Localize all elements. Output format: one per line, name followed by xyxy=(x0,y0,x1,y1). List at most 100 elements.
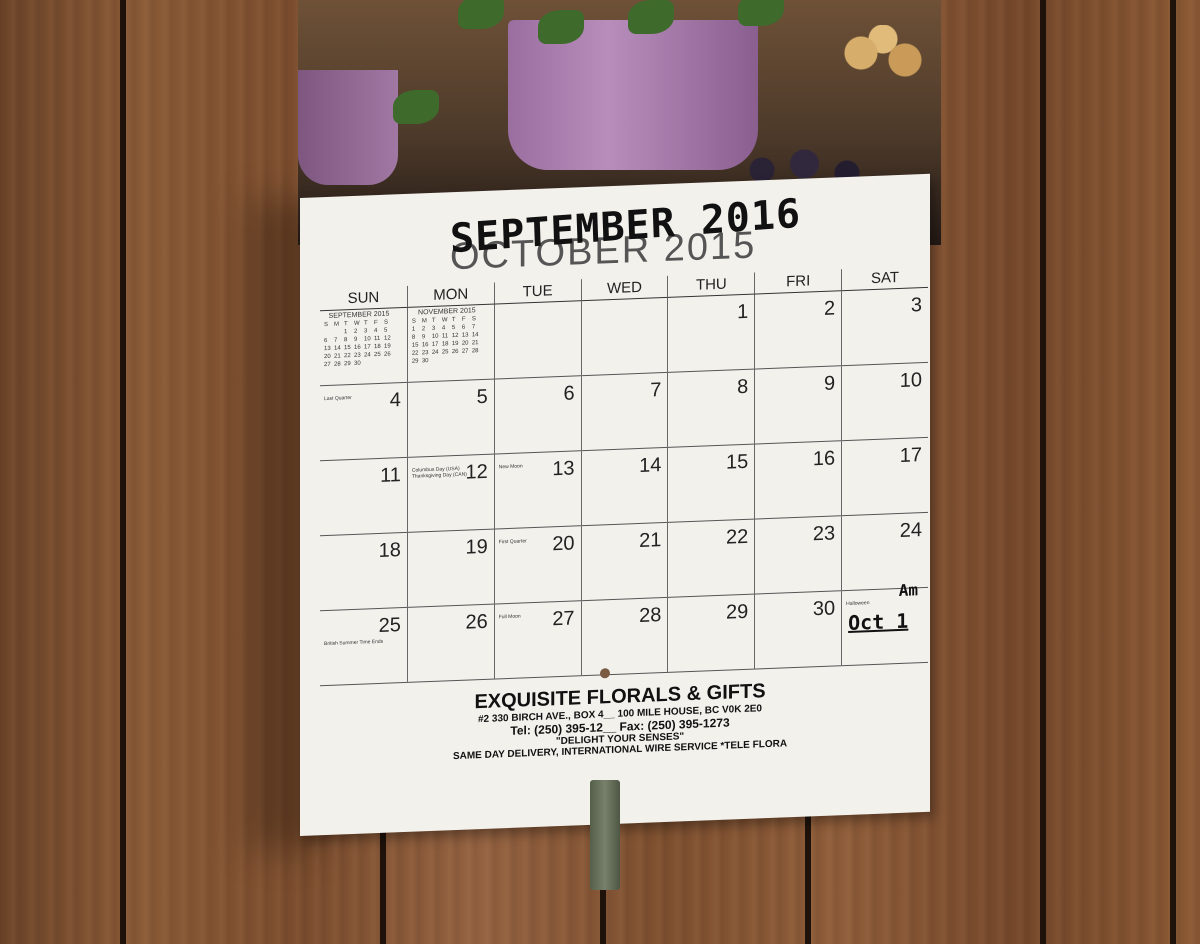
sponsor-footer: EXQUISITE FLORALS & GIFTS #2 330 BIRCH A… xyxy=(420,678,820,763)
ivy-leaf xyxy=(628,0,674,34)
weekday-label: MON xyxy=(406,282,494,307)
day-cell: Halloween Am Oct 1 xyxy=(841,580,928,666)
day-cell: British Summer Time Ends 25 xyxy=(320,608,407,685)
day-cell: Last Quarter 4 xyxy=(320,383,407,460)
mini-calendar-day: 25 xyxy=(374,351,381,359)
day-cell: 23 xyxy=(754,516,842,594)
day-number: 18 xyxy=(378,539,401,562)
mini-calendar-grid: S M T W T F S 1 2 3 4 5 6 7 8 9 10 11 12 13 14 15 16 17 18 19 20 21… xyxy=(324,318,394,369)
mini-calendar-day: 29 xyxy=(411,358,419,365)
day-number: 4 xyxy=(389,389,401,412)
day-number: 26 xyxy=(465,610,488,634)
day-cell: 2 xyxy=(754,291,842,369)
day-cell: 19 xyxy=(406,529,494,607)
mini-calendar-day: 29 xyxy=(344,361,351,368)
day-cell: 17 xyxy=(841,437,928,516)
day-cell: SEPTEMBER 2015 S M T W T F S 1 2 3 4 5 6 7 8 9 10 11 12 13 1… xyxy=(320,308,407,385)
day-number: 14 xyxy=(639,454,662,477)
mini-calendar-day: 24 xyxy=(364,352,371,359)
panel-groove xyxy=(1040,0,1046,944)
day-number: 17 xyxy=(899,444,922,467)
day-number: 3 xyxy=(910,294,922,317)
moon-note: First Quarter xyxy=(498,538,527,546)
day-cell: NOVEMBER 2015 S M T W T F S 1 2 3 4 5 6 7 8 9 10 11 12 13 14… xyxy=(406,304,494,382)
day-cell: 5 xyxy=(406,379,494,457)
mini-calendar-day: 26 xyxy=(451,348,459,356)
purple-pot xyxy=(298,70,398,185)
day-number: 21 xyxy=(639,529,662,552)
mini-calendar-day: 30 xyxy=(354,360,361,367)
day-cell: 3 xyxy=(841,287,928,366)
holiday-note: British Summer Time Ends xyxy=(324,638,384,648)
day-number: 2 xyxy=(824,297,836,320)
day-number: 6 xyxy=(563,382,575,405)
mini-calendar-day: 25 xyxy=(441,349,449,356)
calendar-page: OCTOBER 2015 SEPTEMBER 2016 SUN MON TUE … xyxy=(300,173,930,836)
weekday-label: WED xyxy=(580,275,668,301)
weekday-label: THU xyxy=(667,272,755,297)
day-number: 16 xyxy=(812,447,836,471)
mini-calendar-grid: S M T W T F S 1 2 3 4 5 6 7 8 9 10 11 12 13 14 15 16 17 18 19 20 21… xyxy=(412,315,482,366)
ivy-leaf xyxy=(393,90,439,124)
day-number: 9 xyxy=(824,372,836,395)
moon-note: Last Quarter xyxy=(324,395,352,403)
panel-groove xyxy=(1170,0,1176,944)
day-cell: 28 xyxy=(580,597,668,676)
day-cell: 18 xyxy=(320,533,407,610)
holiday-note: Columbus Day (USA) Thanksgiving Day (CAN… xyxy=(411,465,467,480)
day-number: 11 xyxy=(380,464,401,487)
weekday-label: FRI xyxy=(754,269,842,294)
day-cell: 9 xyxy=(754,366,842,444)
day-cell: 15 xyxy=(667,444,755,522)
day-cell: 11 xyxy=(320,458,407,535)
day-number: 1 xyxy=(737,300,749,324)
mini-calendar-day: 24 xyxy=(431,349,439,356)
ivy-leaf xyxy=(738,0,784,26)
holiday-note: Halloween xyxy=(846,600,870,608)
day-cell: 8 xyxy=(667,369,755,447)
calendar-grid: SUN MON TUE WED THU FRI SAT SEPTEMBER 20… xyxy=(320,265,928,687)
day-cell: Columbus Day (USA) Thanksgiving Day (CAN… xyxy=(406,454,494,532)
day-cell xyxy=(580,297,668,376)
day-cell: 6 xyxy=(493,376,581,454)
weekday-label: SUN xyxy=(347,288,380,308)
mini-calendar-next: NOVEMBER 2015 S M T W T F S 1 2 3 4 5 6 7 8 9 10 11 12 13 14… xyxy=(412,307,482,366)
day-cell: 7 xyxy=(580,372,668,451)
mini-calendar-previous: SEPTEMBER 2015 S M T W T F S 1 2 3 4 5 6 7 8 9 10 11 12 13 1… xyxy=(324,310,394,369)
day-cell: 10 xyxy=(841,362,928,441)
day-number: 5 xyxy=(476,385,488,409)
mini-calendar-day: 26 xyxy=(384,351,391,358)
day-number: 19 xyxy=(465,535,488,559)
day-number: 28 xyxy=(639,604,662,627)
day-cell xyxy=(493,301,581,379)
day-number: 10 xyxy=(899,369,922,392)
day-cell: 21 xyxy=(580,522,668,601)
day-cell: 26 xyxy=(406,604,494,682)
hanging-hole xyxy=(600,668,610,679)
day-number: 24 xyxy=(899,519,922,542)
mini-calendar-day: 28 xyxy=(334,361,341,368)
day-number: 13 xyxy=(552,457,575,481)
day-number: 20 xyxy=(552,532,575,556)
day-cell: 30 xyxy=(754,591,842,669)
day-cell: New Moon 13 xyxy=(493,451,581,529)
day-number: 23 xyxy=(812,522,836,546)
day-number: 30 xyxy=(812,597,836,621)
moon-note: New Moon xyxy=(498,463,523,471)
day-number: 22 xyxy=(726,525,749,549)
day-cell: Full Moon 27 xyxy=(493,601,581,679)
clothespin xyxy=(590,780,620,890)
moon-note: Full Moon xyxy=(498,613,521,621)
day-number: 15 xyxy=(726,450,749,474)
day-number: 12 xyxy=(465,460,488,484)
day-cell: 29 xyxy=(667,594,755,672)
day-cell: 16 xyxy=(754,441,842,519)
day-number: 8 xyxy=(737,375,749,399)
day-number: 27 xyxy=(552,607,575,631)
mini-calendar-day: 30 xyxy=(421,358,429,365)
handwritten-oct1: Oct 1 xyxy=(848,608,909,635)
weekday-label: TUE xyxy=(493,279,581,304)
mini-calendar-day: 27 xyxy=(324,361,331,369)
panel-groove xyxy=(120,0,126,944)
day-cell: First Quarter 20 xyxy=(493,526,581,604)
